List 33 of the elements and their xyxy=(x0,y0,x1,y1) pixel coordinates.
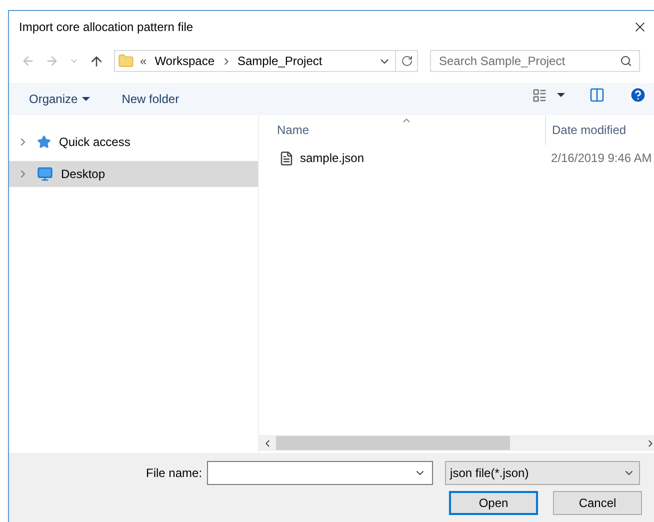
organize-button[interactable]: Organize xyxy=(29,90,90,108)
file-row[interactable]: sample.json 2/16/2019 9:46 AM xyxy=(259,145,654,171)
breadcrumb-item[interactable]: Sample_Project xyxy=(238,52,322,70)
open-button[interactable]: Open xyxy=(449,491,538,515)
cancel-button[interactable]: Cancel xyxy=(553,491,642,515)
up-icon[interactable] xyxy=(89,54,104,68)
file-name-label: File name: xyxy=(146,465,202,482)
view-options-icon[interactable] xyxy=(532,88,547,102)
file-type-select[interactable]: json file(*.json) xyxy=(445,461,640,485)
sidebar-item[interactable]: Desktop xyxy=(9,161,258,187)
scrollbar-thumb[interactable] xyxy=(276,436,510,450)
address-bar[interactable]: « Workspace Sample_Project xyxy=(114,50,418,72)
search-field[interactable]: Search Sample_Project xyxy=(430,50,640,72)
monitor-icon xyxy=(37,166,53,182)
file-name-field[interactable] xyxy=(207,461,434,485)
window-title: Import core allocation pattern file xyxy=(19,19,194,36)
search-icon xyxy=(620,55,632,67)
column-header[interactable]: Name xyxy=(277,121,545,139)
breadcrumb-item[interactable]: Workspace xyxy=(154,52,214,70)
preview-pane-icon[interactable] xyxy=(589,87,605,103)
new-folder-button[interactable]: New folder xyxy=(122,90,180,108)
horizontal-scrollbar[interactable] xyxy=(259,435,654,451)
sidebar-item[interactable]: Quick access xyxy=(9,129,258,155)
file-date: 2/16/2019 9:46 AM xyxy=(550,150,652,167)
file-icon xyxy=(279,150,294,166)
refresh-icon[interactable] xyxy=(400,55,412,67)
star-icon xyxy=(37,135,51,149)
folder-icon xyxy=(118,53,134,69)
overflow-marker: « xyxy=(140,53,147,70)
caret-icon xyxy=(82,97,90,101)
column-header[interactable]: Date modified xyxy=(545,115,626,145)
caret-icon[interactable] xyxy=(557,93,565,97)
file-name: sample.json xyxy=(300,150,364,167)
